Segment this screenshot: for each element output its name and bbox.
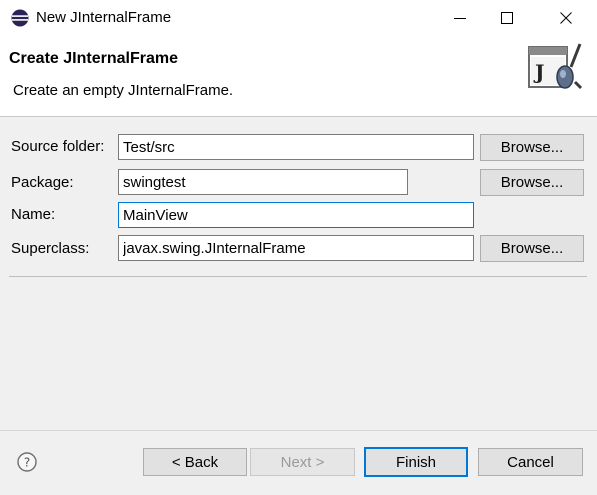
banner-title: Create JInternalFrame [9,50,178,67]
jinternalframe-wizard-icon: J [528,43,583,90]
help-icon[interactable]: ? [17,452,37,472]
name-label: Name: [11,206,56,223]
source-folder-field[interactable] [118,134,474,160]
package-browse-button[interactable]: Browse... [480,169,584,196]
svg-text:?: ? [24,456,30,470]
maximize-icon [501,12,513,24]
window-title: New JInternalFrame [36,9,172,26]
close-icon [560,12,572,24]
superclass-label: Superclass: [11,240,90,257]
source-folder-label: Source folder: [11,138,105,155]
package-field[interactable] [118,169,408,195]
back-button[interactable]: < Back [143,448,247,476]
svg-text:J: J [533,60,544,84]
next-button[interactable]: Next > [250,448,355,476]
minimize-button[interactable] [437,0,483,36]
cancel-button[interactable]: Cancel [478,448,583,476]
banner-description: Create an empty JInternalFrame. [13,82,234,99]
superclass-browse-button[interactable]: Browse... [480,235,584,262]
package-label: Package: [11,174,74,191]
close-button[interactable] [543,0,589,36]
name-field[interactable] [118,202,474,228]
form-separator [9,276,587,277]
wizard-banner: Create JInternalFrame Create an empty JI… [0,36,597,117]
eclipse-app-icon [11,9,29,27]
minimize-icon [454,18,466,19]
superclass-field[interactable] [118,235,474,261]
maximize-button[interactable] [484,0,530,36]
source-folder-browse-button[interactable]: Browse... [480,134,584,161]
finish-button[interactable]: Finish [364,447,468,477]
title-bar: New JInternalFrame [0,0,597,36]
footer-separator [0,430,597,431]
